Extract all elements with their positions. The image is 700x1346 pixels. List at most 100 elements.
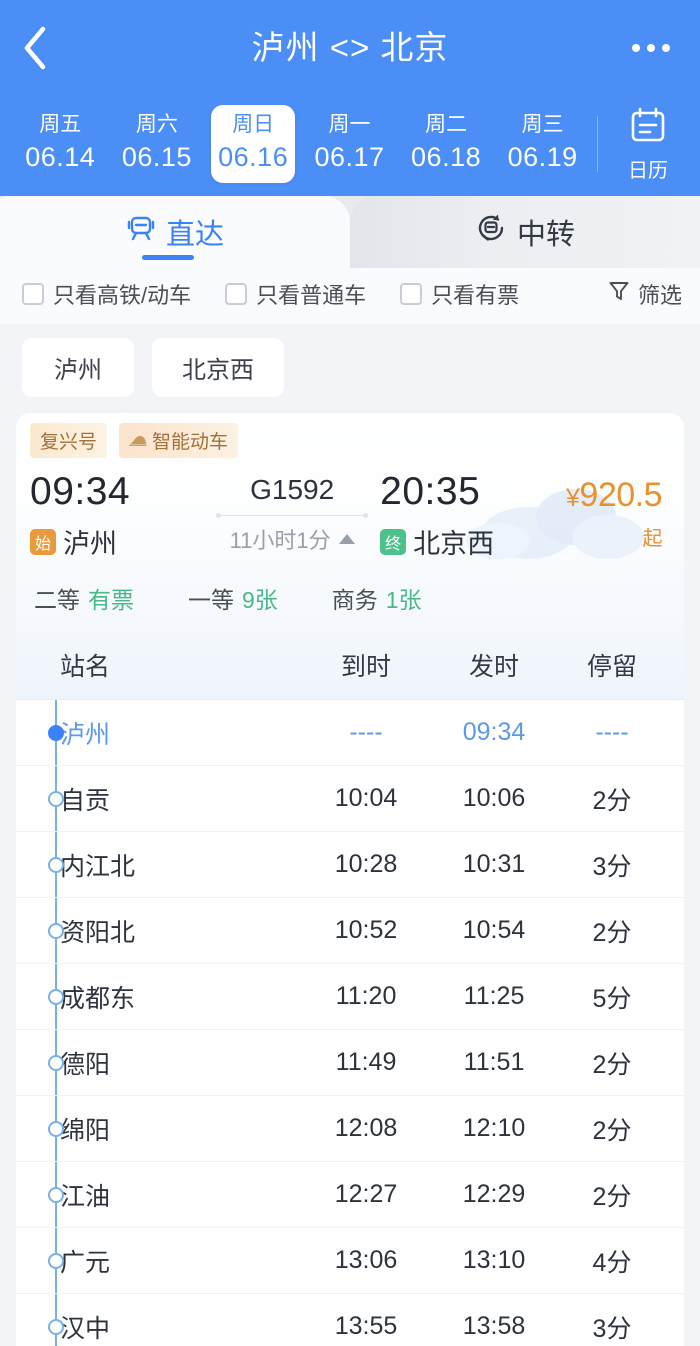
- filter-button[interactable]: 筛选: [608, 278, 682, 310]
- chip-destination-station[interactable]: 北京西: [152, 338, 284, 397]
- station-name: 汉中: [60, 1314, 111, 1343]
- row-depart: 11:25: [463, 982, 525, 1010]
- calendar-icon: [628, 105, 668, 150]
- date-number: 06.16: [218, 141, 289, 172]
- date-dow: 周一: [328, 113, 371, 137]
- train-front-icon: [126, 213, 156, 251]
- caret-up-icon[interactable]: [338, 534, 355, 544]
- date-item-2-selected[interactable]: 周日 06.16: [211, 105, 296, 183]
- arrival-block: 20:35 终 北京西: [380, 470, 566, 561]
- table-row: 汉中 13:55 13:58 3分: [16, 1294, 684, 1346]
- station-dot-icon: [48, 790, 64, 807]
- checkbox-icon[interactable]: [225, 283, 248, 305]
- row-arrive: 12:08: [334, 1114, 398, 1142]
- date-dow: 周日: [232, 113, 275, 137]
- checkbox-icon[interactable]: [22, 283, 44, 305]
- checkbox-icon[interactable]: [400, 283, 423, 305]
- row-station-cell: 德阳: [16, 1045, 302, 1081]
- title-bar: 泸州 <> 北京: [0, 0, 700, 96]
- table-row: 广元 13:06 13:10 4分: [16, 1228, 684, 1294]
- filter-checkbox-available[interactable]: 只看有票: [400, 278, 519, 310]
- transfer-train-icon: [475, 212, 507, 252]
- trip-duration-row[interactable]: 11小时1分: [204, 523, 380, 555]
- seat-class-business[interactable]: 商务 1张: [332, 581, 422, 615]
- schedule-header-row: 站名 到时 发时 停留: [16, 633, 684, 700]
- station-dot-icon: [48, 1186, 64, 1203]
- tab-direct[interactable]: 直达: [0, 196, 350, 268]
- table-row: 泸州 ---- 09:34 ----: [16, 700, 684, 766]
- row-arrive: 10:52: [334, 916, 398, 944]
- station-dot-icon: [48, 922, 64, 939]
- row-depart: 10:31: [462, 850, 526, 878]
- station-name: 资阳北: [60, 918, 136, 947]
- row-arrive: 10:04: [334, 784, 398, 812]
- seat-class-qty: 1张: [385, 587, 422, 613]
- row-depart: 10:54: [462, 916, 526, 944]
- price-block: ¥920.5 起: [566, 470, 670, 554]
- seat-class-second[interactable]: 二等 有票: [34, 581, 134, 615]
- station-dot-icon: [48, 1252, 64, 1269]
- column-header-station: 站名: [60, 653, 111, 681]
- row-station-cell: 广元: [16, 1243, 302, 1279]
- seat-class-row: 二等 有票 一等 9张 商务 1张: [16, 561, 684, 633]
- seat-class-first[interactable]: 一等 9张: [188, 581, 278, 615]
- station-name: 绵阳: [60, 1116, 111, 1145]
- calendar-button[interactable]: 日历: [600, 105, 696, 183]
- tab-transfer[interactable]: 中转: [350, 196, 700, 268]
- divider: [597, 116, 598, 172]
- more-options-icon[interactable]: [632, 44, 670, 52]
- seat-class-qty: 9张: [242, 587, 278, 613]
- row-stay: 2分: [592, 1116, 632, 1145]
- date-dow: 周三: [521, 113, 564, 137]
- tag-smart-train: 智能动车: [119, 423, 239, 458]
- row-station-cell: 资阳北: [16, 913, 302, 949]
- date-item-5[interactable]: 周三 06.19: [494, 105, 591, 182]
- date-item-0[interactable]: 周五 06.14: [12, 105, 109, 182]
- smart-train-icon: [129, 430, 147, 452]
- train-trip-row: 09:34 始 泸州 G1592 11小时1分 20:35 终 北京西 ¥920…: [16, 464, 684, 561]
- filter-checkbox-highspeed[interactable]: 只看高铁/动车: [22, 278, 191, 310]
- row-depart: 13:58: [462, 1312, 526, 1340]
- page-title: 泸州 <> 北京: [251, 29, 449, 66]
- row-arrive: ----: [349, 718, 383, 746]
- row-stay: 2分: [592, 1182, 632, 1211]
- row-station-cell: 绵阳: [16, 1111, 302, 1147]
- row-arrive: 13:06: [334, 1246, 398, 1274]
- app-header: 泸州 <> 北京 周五 06.14 周六 06.15 周日 06.16 周一 0…: [0, 0, 700, 196]
- date-number: 06.15: [121, 141, 192, 172]
- filter-label: 只看普通车: [256, 283, 367, 308]
- seat-class-name: 商务: [331, 587, 378, 613]
- table-row: 成都东 11:20 11:25 5分: [16, 964, 684, 1030]
- station-name: 泸州: [60, 720, 111, 749]
- table-row: 自贡 10:04 10:06 2分: [16, 766, 684, 832]
- filter-label: 只看有票: [431, 283, 520, 308]
- seat-class-name: 二等: [34, 587, 80, 613]
- row-arrive: 10:28: [334, 850, 398, 878]
- filter-button-label: 筛选: [637, 283, 682, 308]
- station-chip-row: 泸州 北京西: [0, 324, 700, 413]
- row-depart: 13:10: [462, 1246, 526, 1274]
- filter-label: 只看高铁/动车: [53, 283, 192, 308]
- ticket-price: ¥920.5 起: [566, 476, 662, 553]
- date-item-4[interactable]: 周二 06.18: [398, 105, 495, 182]
- row-stay: 4分: [592, 1248, 632, 1277]
- row-depart: 10:06: [462, 784, 526, 812]
- date-item-1[interactable]: 周六 06.15: [109, 105, 206, 182]
- row-station-cell: 汉中: [16, 1309, 302, 1345]
- row-stay: 3分: [592, 852, 632, 881]
- row-station-cell: 江油: [16, 1177, 302, 1213]
- departure-time: 09:34: [30, 470, 131, 513]
- row-stay: ----: [595, 718, 629, 746]
- station-dot-icon: [48, 1054, 64, 1071]
- filter-checkbox-normal[interactable]: 只看普通车: [225, 278, 366, 310]
- tag-fuxing: 复兴号: [30, 423, 108, 458]
- chip-origin-station[interactable]: 泸州: [22, 338, 134, 397]
- table-row: 江油 12:27 12:29 2分: [16, 1162, 684, 1228]
- train-result-card[interactable]: 复兴号 智能动车 09:34 始 泸州 G1592 11小时1分 20:35 终…: [16, 413, 684, 633]
- tab-transfer-label: 中转: [516, 219, 575, 251]
- date-dow: 周二: [425, 113, 468, 137]
- terminus-badge-icon: 终: [380, 528, 407, 555]
- date-item-3[interactable]: 周一 06.17: [301, 105, 398, 182]
- seat-class-name: 一等: [188, 587, 234, 613]
- row-arrive: 11:20: [335, 982, 397, 1010]
